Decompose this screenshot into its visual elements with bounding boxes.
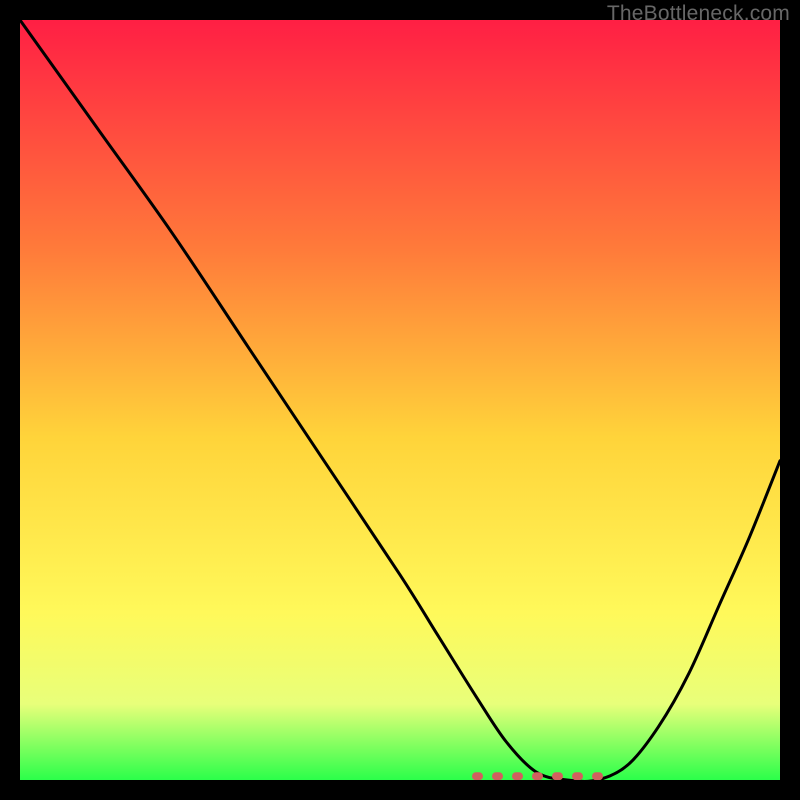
- chart-svg: [20, 20, 780, 780]
- gradient-bg: [20, 20, 780, 780]
- chart-plot-area: [20, 20, 780, 780]
- chart-frame: TheBottleneck.com: [0, 0, 800, 800]
